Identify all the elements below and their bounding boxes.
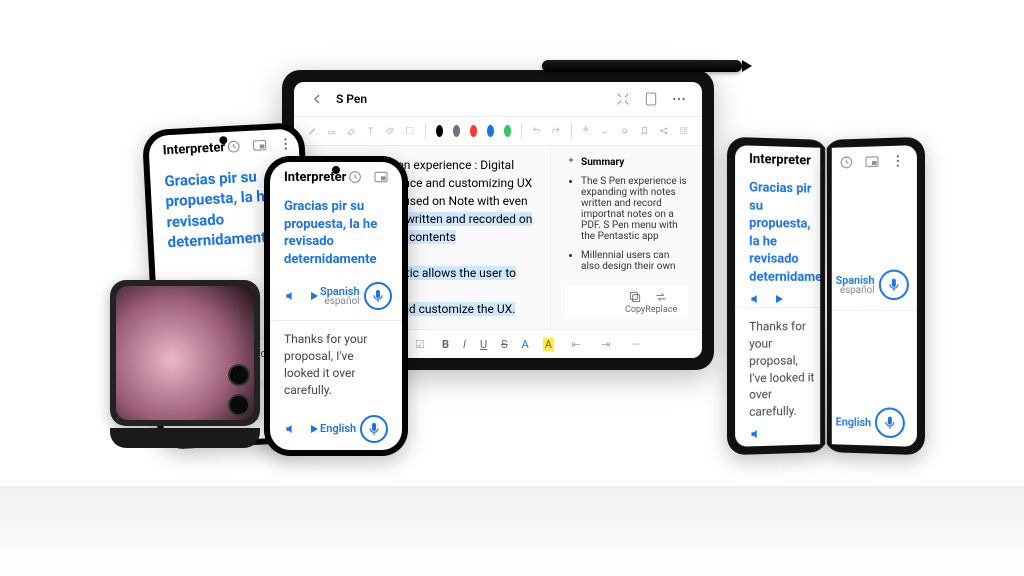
expand-icon[interactable]: [614, 90, 632, 108]
handwriting-icon[interactable]: [601, 123, 610, 139]
grid-icon[interactable]: [679, 123, 688, 139]
mic-button-source[interactable]: [879, 270, 909, 301]
pen-icon[interactable]: [308, 123, 317, 139]
summary-title: Summary: [581, 157, 624, 168]
replace-button[interactable]: Replace: [645, 290, 677, 315]
pip-icon[interactable]: [251, 136, 270, 155]
more-icon[interactable]: [277, 134, 296, 153]
notes-title: S Pen: [336, 92, 367, 106]
speaker-icon[interactable]: [749, 427, 763, 442]
fontcolor-button[interactable]: A: [522, 338, 529, 351]
history-icon[interactable]: [838, 153, 856, 172]
highlight-button[interactable]: A: [543, 338, 554, 351]
s-pen-stylus: [542, 60, 742, 72]
notes-titlebar: S Pen: [294, 82, 702, 117]
more-icon[interactable]: [398, 168, 402, 186]
app-title: Interpreter: [284, 170, 346, 185]
floor-reflection: [0, 486, 1024, 576]
target-text: Thanks for your proposal, I've looked it…: [284, 331, 388, 398]
color-green[interactable]: [504, 125, 511, 137]
redo-icon[interactable]: [551, 123, 560, 139]
indent-icon[interactable]: ⇥: [598, 336, 614, 352]
record-icon[interactable]: [620, 123, 629, 139]
share-icon[interactable]: [659, 123, 668, 139]
italic-button[interactable]: I: [463, 338, 466, 351]
play-icon[interactable]: [308, 423, 320, 435]
text-icon[interactable]: [366, 123, 375, 139]
app-title: Interpreter: [162, 140, 225, 158]
fold-hinge: [825, 148, 827, 444]
color-blue[interactable]: [487, 125, 494, 137]
undo-icon[interactable]: [532, 123, 541, 139]
summary-bullet: Millennial users can also design their o…: [581, 250, 688, 272]
fold-device: Interpreter Gracias pir su propuesta, la…: [726, 140, 926, 452]
bookmark-icon[interactable]: [640, 123, 649, 139]
flip-cover-shell: [110, 280, 260, 426]
source-language[interactable]: Spanish español: [320, 286, 360, 307]
play-icon[interactable]: [308, 290, 320, 302]
source-text: Gracias pir su propuesta, la he revisado…: [749, 179, 816, 286]
summary-list: The S Pen experience is expanding with n…: [565, 176, 688, 280]
flip-device: [110, 280, 260, 450]
more-icon[interactable]: [670, 90, 688, 108]
checklist-icon[interactable]: ☑: [412, 336, 428, 352]
play-icon[interactable]: [773, 293, 785, 305]
mic-button-target[interactable]: [360, 415, 388, 443]
attach-icon[interactable]: [386, 123, 395, 139]
summary-bullet: The S Pen experience is expanding with n…: [581, 176, 688, 242]
source-language[interactable]: Spanish español: [836, 274, 875, 295]
page-icon[interactable]: [642, 90, 660, 108]
copy-icon: [628, 290, 642, 304]
color-red[interactable]: [470, 125, 477, 137]
replace-icon: [654, 290, 668, 304]
color-black[interactable]: [436, 125, 443, 137]
flip-cameras: [228, 364, 250, 416]
outdent-icon[interactable]: ⇤: [568, 336, 584, 352]
target-language[interactable]: English: [320, 423, 356, 434]
summary-panel: Summary The S Pen experience is expandin…: [551, 146, 702, 329]
pip-icon[interactable]: [372, 168, 390, 186]
speaker-icon[interactable]: [749, 292, 763, 306]
target-language[interactable]: English: [836, 416, 871, 428]
ai-icon[interactable]: [581, 123, 590, 139]
history-icon[interactable]: [346, 168, 364, 186]
eraser-icon[interactable]: [347, 123, 356, 139]
more-icon[interactable]: [889, 152, 907, 171]
mic-button-source[interactable]: [364, 282, 392, 310]
color-gray[interactable]: [453, 125, 460, 137]
speaker-icon[interactable]: [284, 422, 298, 436]
app-title: Interpreter: [749, 152, 811, 169]
select-icon[interactable]: [405, 123, 414, 139]
notes-toolbar: [294, 117, 702, 146]
sparkle-icon: [565, 156, 577, 168]
mic-button-target[interactable]: [875, 407, 905, 438]
underline-button[interactable]: U: [480, 338, 487, 351]
strike-button[interactable]: S: [501, 338, 508, 351]
copy-button[interactable]: Copy: [625, 290, 645, 315]
speaker-icon[interactable]: [284, 289, 298, 303]
highlighter-icon[interactable]: [327, 123, 336, 139]
back-icon[interactable]: [308, 90, 326, 108]
hr-icon[interactable]: —: [628, 336, 644, 352]
flip-hinge: [110, 428, 260, 448]
phone-center: Interpreter Gracias pir su propuesta, la…: [264, 156, 408, 456]
source-text: Gracias pir su propuesta, la he revisado…: [284, 198, 388, 268]
bold-button[interactable]: B: [442, 338, 449, 351]
history-icon[interactable]: [225, 137, 244, 156]
pip-icon[interactable]: [863, 152, 881, 171]
target-text: Thanks for your proposal, I've looked it…: [749, 318, 816, 421]
